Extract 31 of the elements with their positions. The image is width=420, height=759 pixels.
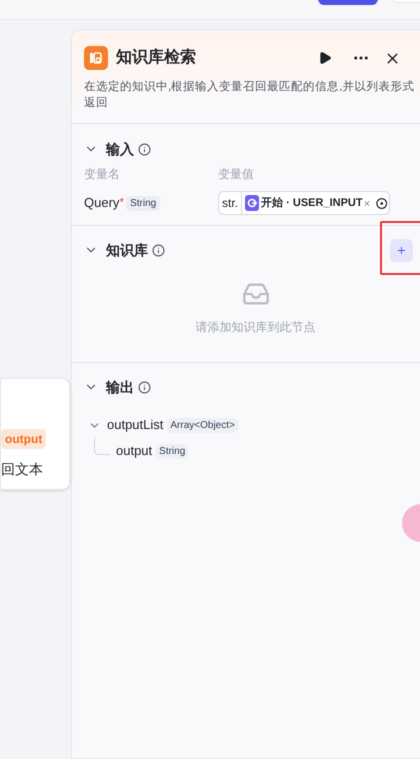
variable-field[interactable]: str. 开始 · USER_INPUT bbox=[218, 191, 390, 215]
info-icon[interactable] bbox=[138, 142, 151, 156]
variable-reference: 开始 · USER_INPUT bbox=[261, 196, 363, 211]
canvas-node[interactable]: output 回文本 bbox=[0, 378, 70, 490]
section-title: 输入 bbox=[106, 140, 134, 158]
field-name: output bbox=[116, 442, 152, 460]
field-name: outputList bbox=[107, 416, 164, 434]
info-icon[interactable] bbox=[138, 380, 151, 394]
add-button[interactable] bbox=[390, 238, 413, 262]
type-tag: Array<Object> bbox=[167, 418, 238, 432]
empty-message: 请添加知识库到此节点 bbox=[196, 319, 316, 336]
section-title: 输出 bbox=[106, 378, 134, 396]
type-tag: String bbox=[126, 196, 160, 210]
panel-description: 在选定的知识中,根据输入变量召回最匹配的信息,并以列表形式返回 bbox=[84, 79, 416, 111]
type-prefix: str. bbox=[222, 195, 238, 212]
info-icon[interactable] bbox=[152, 244, 165, 256]
column-label: 变量名 bbox=[84, 166, 121, 183]
node-text: 回文本 bbox=[1, 460, 43, 479]
tree-connector bbox=[94, 437, 110, 455]
required-mark: * bbox=[119, 194, 124, 210]
type-tag: String bbox=[156, 444, 188, 458]
section-title: 知识库 bbox=[106, 240, 148, 260]
clear-icon[interactable] bbox=[362, 198, 371, 208]
knowledge-icon bbox=[84, 46, 108, 70]
plus-icon bbox=[396, 244, 407, 256]
param-name: Query bbox=[84, 194, 120, 212]
run-icon[interactable] bbox=[318, 51, 332, 65]
start-node-icon bbox=[245, 195, 260, 211]
panel-title: 知识库检索 bbox=[116, 47, 196, 68]
target-icon[interactable] bbox=[376, 196, 387, 210]
column-label: 变量值 bbox=[218, 166, 254, 183]
